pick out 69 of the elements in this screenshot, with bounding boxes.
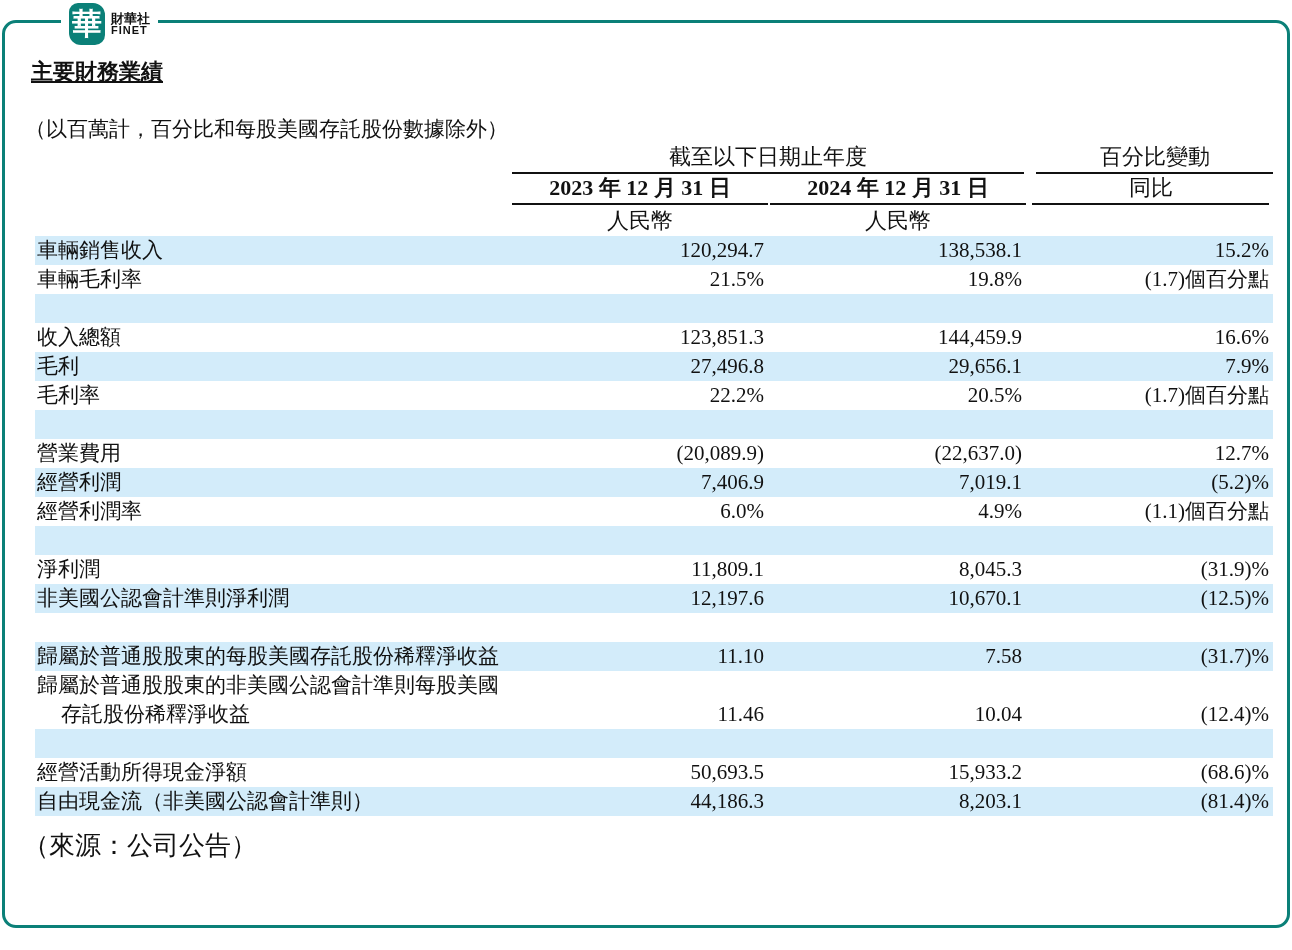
table-cell: (1.1)個百分點 bbox=[1144, 499, 1269, 523]
row-label: 毛利率 bbox=[37, 382, 100, 409]
column-header: 2023 年 12 月 31 日 bbox=[549, 175, 731, 200]
brand-name: FINET bbox=[111, 25, 148, 36]
table-cell: 11,809.1 bbox=[691, 557, 764, 581]
table-cell: (68.6)% bbox=[1200, 760, 1269, 784]
row-label: 收入總額 bbox=[37, 324, 121, 351]
row-label: 經營利潤率 bbox=[37, 498, 142, 525]
table-note: （以百萬計，百分比和每股美國存託股份數據除外） bbox=[25, 116, 509, 143]
column-group-header: 百分比變動 bbox=[1099, 144, 1210, 169]
table-cell: 8,045.3 bbox=[959, 557, 1022, 581]
table-cell: 29,656.1 bbox=[948, 354, 1022, 378]
row-label: 經營利潤 bbox=[37, 469, 121, 496]
table-cell: 44,186.3 bbox=[690, 789, 764, 813]
row-label: 歸屬於普通股股東的每股美國存託股份稀釋淨收益 bbox=[37, 643, 499, 670]
table-cell: 16.6% bbox=[1214, 325, 1269, 349]
table-cell: 11.46 bbox=[717, 702, 764, 726]
table-cell: 8,203.1 bbox=[959, 789, 1022, 813]
table-cell: 10.04 bbox=[974, 702, 1022, 726]
section-title: 主要財務業績 bbox=[31, 58, 163, 86]
table-cell: 19.8% bbox=[967, 267, 1022, 291]
table-cell: 12,197.6 bbox=[690, 586, 764, 610]
row-label: 車輛銷售收入 bbox=[37, 237, 163, 264]
table-cell: 7.9% bbox=[1225, 354, 1269, 378]
row-label: 營業費用 bbox=[37, 440, 121, 467]
table-cell: (12.5)% bbox=[1200, 586, 1269, 610]
row-label: 毛利 bbox=[37, 353, 80, 380]
table-cell: 138,538.1 bbox=[938, 238, 1022, 262]
table-cell: 50,693.5 bbox=[690, 760, 764, 784]
table-cell: 15.2% bbox=[1214, 238, 1269, 262]
currency-label: 人民幣 bbox=[607, 208, 673, 233]
table-cell: 27,496.8 bbox=[690, 354, 764, 378]
row-label: 歸屬於普通股股東的非美國公認會計準則每股美國存託股份稀釋淨收益 bbox=[37, 672, 500, 728]
table-cell: 10,670.1 bbox=[948, 586, 1022, 610]
table-cell: 120,294.7 bbox=[680, 238, 764, 262]
table-cell: (81.4)% bbox=[1200, 789, 1269, 813]
table-cell: 21.5% bbox=[709, 267, 764, 291]
row-label: 車輛毛利率 bbox=[37, 266, 142, 293]
table-cell: (5.2)% bbox=[1211, 470, 1269, 494]
row-label: 經營活動所得現金淨額 bbox=[37, 759, 247, 786]
table-cell: 123,851.3 bbox=[680, 325, 764, 349]
row-label: 非美國公認會計準則淨利潤 bbox=[37, 585, 289, 612]
column-header: 同比 bbox=[1128, 175, 1173, 200]
table-cell: 144,459.9 bbox=[938, 325, 1022, 349]
table-cell: (20,089.9) bbox=[676, 441, 764, 465]
table-cell: 22.2% bbox=[709, 383, 764, 407]
logo-mark: 華 bbox=[69, 3, 105, 45]
table-cell: 20.5% bbox=[967, 383, 1022, 407]
column-header: 2024 年 12 月 31 日 bbox=[807, 175, 989, 200]
table-cell: (31.7)% bbox=[1200, 644, 1269, 668]
table-cell: 15,933.2 bbox=[948, 760, 1022, 784]
table-cell: 7,019.1 bbox=[959, 470, 1022, 494]
table-cell: (31.9)% bbox=[1200, 557, 1269, 581]
currency-label: 人民幣 bbox=[865, 208, 931, 233]
table-cell: 6.0% bbox=[720, 499, 764, 523]
brand-name: 財華社 bbox=[111, 12, 150, 25]
table-cell: 12.7% bbox=[1214, 441, 1269, 465]
row-label: 淨利潤 bbox=[37, 556, 100, 583]
table-cell: 4.9% bbox=[978, 499, 1022, 523]
table-cell: (12.4)% bbox=[1200, 702, 1269, 726]
table-cell: (1.7)個百分點 bbox=[1144, 267, 1269, 291]
source-note: （來源：公司公告） bbox=[23, 830, 258, 862]
table-cell: 11.10 bbox=[717, 644, 764, 668]
column-group-header: 截至以下日期止年度 bbox=[669, 144, 867, 169]
table-cell: 7.58 bbox=[985, 644, 1022, 668]
table-cell: (1.7)個百分點 bbox=[1144, 383, 1269, 407]
table-cell: (22,637.0) bbox=[934, 441, 1022, 465]
table-cell: 7,406.9 bbox=[701, 470, 764, 494]
row-label: 自由現金流（非美國公認會計準則） bbox=[37, 788, 373, 815]
